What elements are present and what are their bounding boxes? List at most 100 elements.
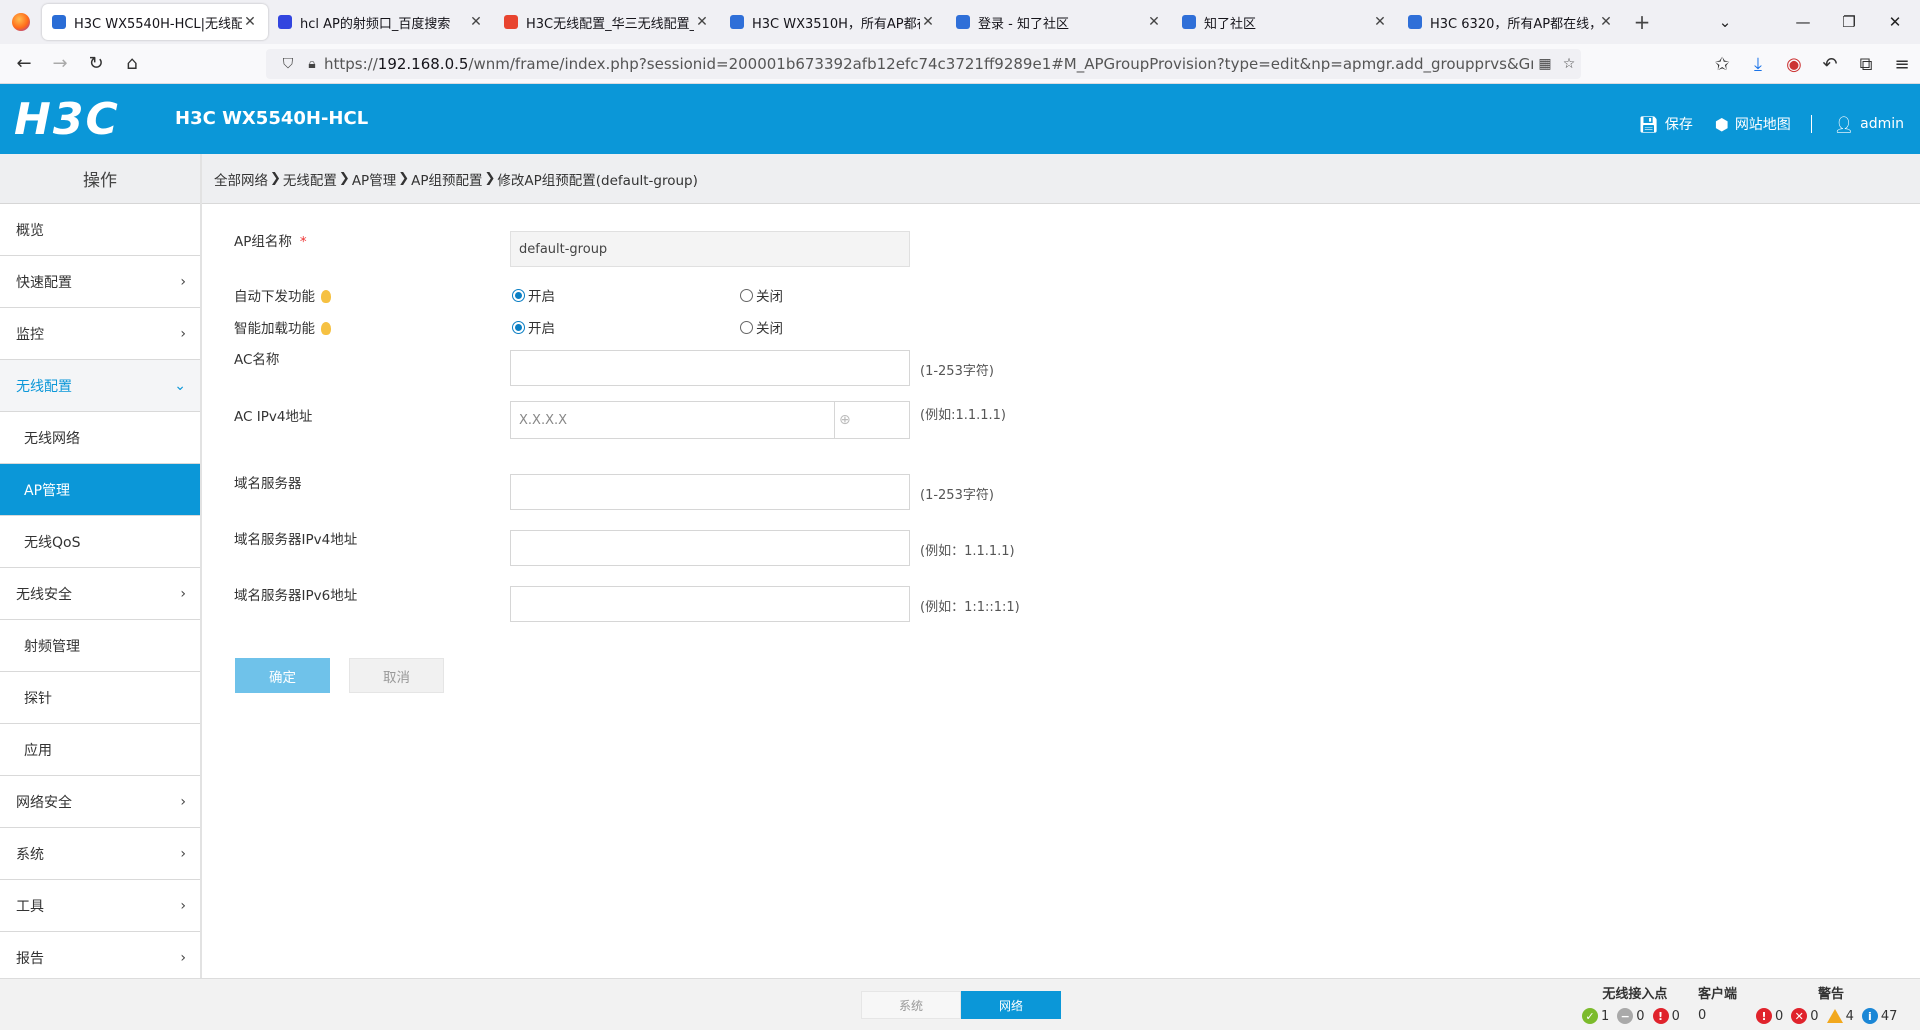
- add-circle-icon[interactable]: ⊕: [835, 402, 909, 438]
- tab-list-chevron-icon[interactable]: ⌄: [1702, 0, 1748, 44]
- auto-deliver-off-radio[interactable]: 关闭: [740, 285, 783, 305]
- breadcrumb-item[interactable]: AP管理: [352, 169, 396, 189]
- footer-tab-system[interactable]: 系统: [861, 991, 961, 1019]
- alarm-critical-status[interactable]: ! 0: [1756, 1008, 1783, 1024]
- tab-close-icon[interactable]: ✕: [694, 14, 710, 30]
- breadcrumb-item[interactable]: 全部网络: [214, 169, 268, 189]
- sidebar-item[interactable]: 探针: [0, 672, 200, 724]
- tab-close-icon[interactable]: ✕: [1598, 14, 1614, 30]
- breadcrumb-item[interactable]: 无线配置: [283, 169, 337, 189]
- browser-tab[interactable]: H3C WX5540H-HCL|无线配置|AP管理✕: [42, 4, 268, 40]
- sidebar-item[interactable]: 应用: [0, 724, 200, 776]
- hamburger-menu-icon[interactable]: ≡: [1884, 48, 1920, 80]
- save-label: 保存: [1664, 117, 1693, 133]
- tab-close-icon[interactable]: ✕: [920, 14, 936, 30]
- ac-name-input[interactable]: [510, 350, 910, 386]
- chevron-right-icon: ›: [180, 585, 186, 602]
- bookmark-star-icon[interactable]: ☆: [1557, 56, 1581, 72]
- tab-title: 登录 - 知了社区: [978, 16, 1069, 32]
- sidebar-item[interactable]: 无线网络: [0, 412, 200, 464]
- ac-ipv4-input[interactable]: X.X.X.X: [511, 402, 835, 438]
- browser-tab[interactable]: H3C 6320，所有AP都在线，但 ✕: [1398, 4, 1624, 40]
- ap-offline-status[interactable]: −0: [1617, 1008, 1645, 1024]
- sidebar-item[interactable]: 系统 ›: [0, 828, 200, 880]
- dns-input[interactable]: [510, 474, 910, 510]
- back-icon[interactable]: ←: [6, 48, 42, 80]
- info-circle-icon: i: [1861, 1008, 1878, 1024]
- confirm-button[interactable]: 确定: [235, 658, 330, 693]
- tab-favicon-icon: [504, 15, 518, 29]
- home-icon[interactable]: ⌂: [114, 48, 150, 80]
- sidebar-item[interactable]: 射频管理: [0, 620, 200, 672]
- alarm-warning-status[interactable]: 4: [1826, 1009, 1854, 1024]
- tab-close-icon[interactable]: ✕: [1372, 14, 1388, 30]
- lock-icon[interactable]: 🔒︎: [300, 56, 324, 72]
- ap-error-status[interactable]: ! 0: [1652, 1008, 1680, 1024]
- sidebar: 操作 概览 快速配置 › 监控 › 无线配置 ⌄ 无线网络 AP管理 无线QoS 无线安全 › 射频管理…: [0, 154, 202, 984]
- sidebar-item[interactable]: 工具 ›: [0, 880, 200, 932]
- puzzle-icon[interactable]: ⧉: [1848, 48, 1884, 80]
- sidebar-item[interactable]: 网络安全 ›: [0, 776, 200, 828]
- browser-tab[interactable]: 登录 - 知了社区 ✕: [946, 4, 1172, 40]
- forward-icon[interactable]: →: [42, 48, 78, 80]
- breadcrumb-separator-icon: ❯: [270, 171, 281, 186]
- ap-online-status[interactable]: ✓ 1: [1582, 1008, 1609, 1024]
- sidebar-item-label: 系统: [16, 846, 44, 863]
- auto-deliver-on-radio[interactable]: 开启: [512, 285, 555, 305]
- restore-icon[interactable]: ❐: [1826, 0, 1872, 44]
- sidebar-item[interactable]: 无线安全 ›: [0, 568, 200, 620]
- tab-close-icon[interactable]: ✕: [1146, 14, 1162, 30]
- sidebar-item[interactable]: 报告 ›: [0, 932, 200, 984]
- browser-tab[interactable]: H3C WX3510H，所有AP都在线✕: [720, 4, 946, 40]
- firefox-menu-icon[interactable]: [0, 0, 42, 44]
- extension-icon[interactable]: ◉: [1776, 48, 1812, 80]
- x-circle-icon: ✕: [1791, 1008, 1808, 1024]
- sidebar-item[interactable]: 快速配置 ›: [0, 256, 200, 308]
- user-menu[interactable]: 👤︎ admin: [1834, 115, 1904, 134]
- save-button[interactable]: 💾︎ 保存: [1639, 114, 1693, 134]
- download-icon[interactable]: ⤓: [1740, 48, 1776, 80]
- sidebar-item-label: 应用: [24, 742, 52, 759]
- footer-tab-network[interactable]: 网络: [961, 991, 1061, 1019]
- tab-close-icon[interactable]: ✕: [242, 14, 258, 30]
- sidebar-item[interactable]: 无线配置 ⌄: [0, 360, 200, 412]
- smart-load-on-label: 开启: [528, 321, 555, 337]
- alarm-major-status[interactable]: ✕ 0: [1791, 1008, 1819, 1024]
- breadcrumb-item[interactable]: AP组预配置: [411, 169, 482, 189]
- browser-tab[interactable]: 知了社区 ✕: [1172, 4, 1398, 40]
- lightbulb-icon[interactable]: [321, 322, 331, 335]
- qr-code-icon[interactable]: ▦: [1533, 56, 1557, 72]
- tab-title: hcl AP的射频口_百度搜索: [300, 16, 451, 32]
- sidebar-item[interactable]: 监控 ›: [0, 308, 200, 360]
- browser-tab[interactable]: H3C无线配置_华三无线配置_VL ✕: [494, 4, 720, 40]
- tab-title: H3C 6320，所有AP都在线，但: [1430, 16, 1598, 32]
- cancel-button[interactable]: 取消: [349, 658, 444, 693]
- lightbulb-icon[interactable]: [321, 290, 331, 303]
- check-circle-icon: ✓: [1582, 1008, 1598, 1024]
- pocket-icon[interactable]: ✩: [1704, 48, 1740, 80]
- new-tab-button[interactable]: +: [1624, 10, 1660, 34]
- url-bar[interactable]: ⛉ 🔒︎ https://192.168.0.5/wnm/frame/index…: [266, 49, 1581, 79]
- dns-ipv4-input[interactable]: [510, 530, 910, 566]
- tab-title: H3C WX3510H，所有AP都在线: [752, 16, 920, 32]
- url-host: 192.168.0.5: [377, 55, 469, 73]
- reload-icon[interactable]: ↻: [78, 48, 114, 80]
- url-text[interactable]: https://192.168.0.5/wnm/frame/index.php?…: [324, 55, 1533, 73]
- alarm-info-status[interactable]: i 47: [1861, 1008, 1897, 1024]
- shield-icon[interactable]: ⛉: [276, 56, 300, 72]
- tab-favicon-icon: [730, 15, 744, 29]
- smart-load-on-radio[interactable]: 开启: [512, 317, 555, 337]
- sidebar-item[interactable]: 无线QoS: [0, 516, 200, 568]
- tab-close-icon[interactable]: ✕: [468, 14, 484, 30]
- dns-ipv6-input[interactable]: [510, 586, 910, 622]
- smart-load-off-radio[interactable]: 关闭: [740, 317, 783, 337]
- close-window-icon[interactable]: ✕: [1872, 0, 1918, 44]
- ac-ipv4-hint: (例如:1.1.1.1): [920, 408, 1007, 423]
- sidebar-item[interactable]: AP管理: [0, 464, 200, 516]
- undo-icon[interactable]: ↶: [1812, 48, 1848, 80]
- sidebar-item[interactable]: 概览: [0, 204, 200, 256]
- client-count[interactable]: 0: [1698, 1008, 1706, 1023]
- sitemap-button[interactable]: ⬢ 网站地图: [1715, 114, 1791, 134]
- browser-tab[interactable]: hcl AP的射频口_百度搜索 ✕: [268, 4, 494, 40]
- minimize-icon[interactable]: —: [1780, 0, 1826, 44]
